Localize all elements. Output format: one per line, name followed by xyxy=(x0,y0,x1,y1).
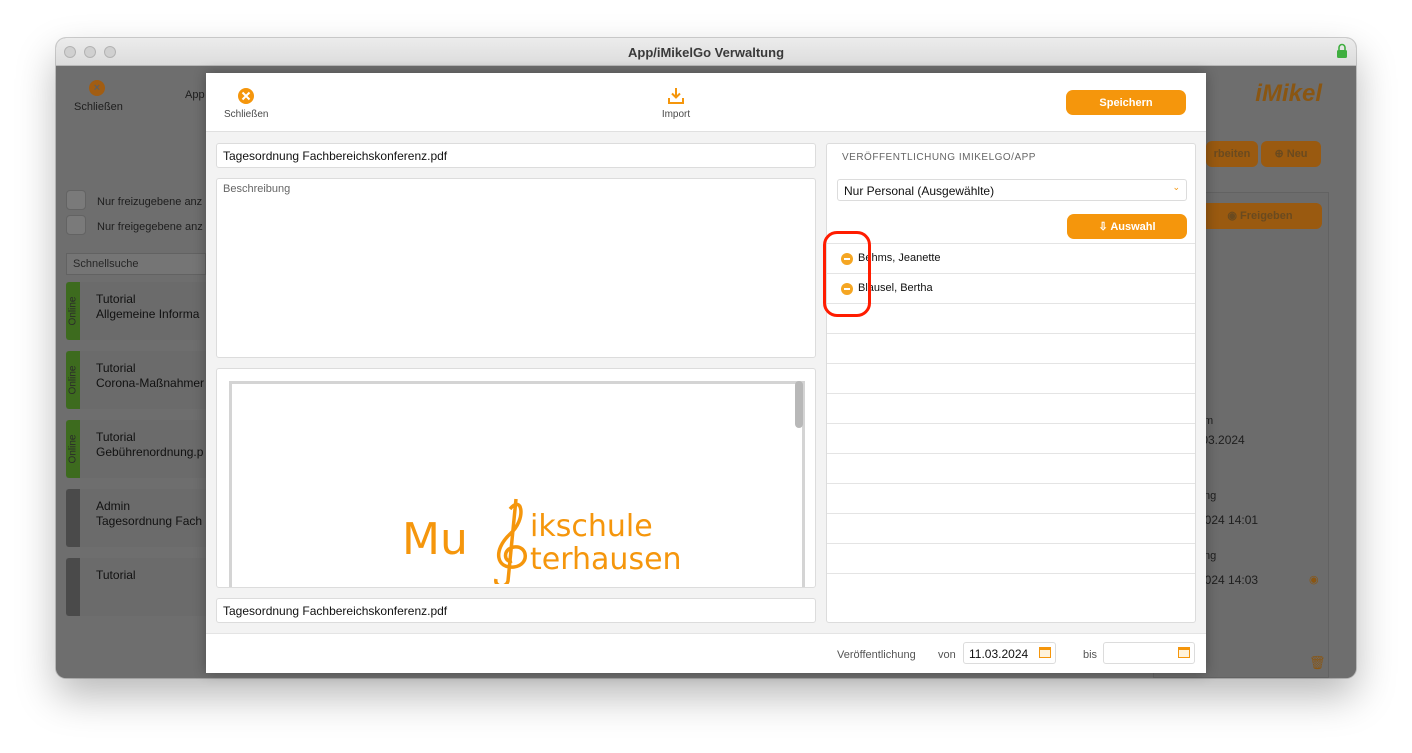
bg-edit-button[interactable]: rbeiten xyxy=(1206,141,1258,167)
calendar-icon[interactable] xyxy=(1178,647,1190,658)
music-school-logo: Mu ikschule terhausen xyxy=(402,498,682,584)
item-subtitle: Corona-Maßnahmer xyxy=(96,376,205,390)
item-title: Tutorial xyxy=(96,430,136,444)
logo-text-ikschule: ikschule xyxy=(530,509,653,544)
empty-row xyxy=(827,363,1195,393)
empty-row xyxy=(827,543,1195,573)
filename-input[interactable]: Tagesordnung Fachbereichskonferenz.pdf xyxy=(216,598,816,623)
trash-icon[interactable]: 🗑 xyxy=(1309,655,1326,671)
annotation-highlight xyxy=(823,231,871,317)
dialog-toolbar: Schließen Import Speichern xyxy=(206,73,1206,132)
calendar-icon[interactable] xyxy=(1039,647,1051,658)
item-subtitle: Tagesordnung Fach xyxy=(96,514,203,528)
save-button[interactable]: Speichern xyxy=(1066,90,1186,115)
title-bar: App/iMikelGo Verwaltung xyxy=(56,38,1356,66)
imikel-logo: iMikel xyxy=(1255,80,1322,107)
item-title: Admin xyxy=(96,499,131,513)
eye-icon: ◉ xyxy=(1227,210,1241,222)
list-item[interactable]: Tutorial xyxy=(66,558,206,616)
list-item[interactable]: Online Tutorial Allgemeine Informa xyxy=(66,282,206,340)
close-icon: × xyxy=(89,80,105,96)
select-people-button[interactable]: ⇩ Auswahl xyxy=(1067,214,1187,239)
pdf-page: Mu ikschule terhausen xyxy=(229,381,805,587)
person-row: Behms, Jeanette xyxy=(827,243,1195,273)
bg-side-text: 2024 14:01 xyxy=(1198,513,1259,527)
empty-row xyxy=(827,303,1195,333)
item-subtitle: Allgemeine Informa xyxy=(96,307,200,321)
document-dialog: Schließen Import Speichern Tagesordnung … xyxy=(206,73,1206,673)
filter-released-checkbox[interactable] xyxy=(66,215,86,235)
empty-row xyxy=(827,573,1195,603)
audience-select[interactable]: Nur Personal (Ausgewählte) ⌄ xyxy=(837,179,1187,201)
from-date-value: 11.03.2024 xyxy=(969,647,1029,661)
window-title: App/iMikelGo Verwaltung xyxy=(627,45,785,60)
bg-release-label: Freigeben xyxy=(1240,210,1293,222)
empty-row xyxy=(827,453,1195,483)
quick-search-input[interactable]: Schnellsuche xyxy=(66,253,206,275)
to-date-input[interactable] xyxy=(1103,642,1195,664)
dialog-footer: Veröffentlichung von 11.03.2024 bis xyxy=(206,633,1206,673)
download-icon xyxy=(668,88,684,104)
chevron-down-icon: ⌄ xyxy=(1172,182,1180,192)
eye-icon[interactable]: ◉ xyxy=(1309,573,1319,586)
title-input[interactable]: Tagesordnung Fachbereichskonferenz.pdf xyxy=(216,143,816,168)
filter-unreleased-label: Nur freizugebene anz xyxy=(97,196,203,208)
online-tag: Online xyxy=(67,434,79,464)
publication-panel: VERÖFFENTLICHUNG IMIKELGO/APP Nur Person… xyxy=(826,143,1196,623)
list-item[interactable]: Admin Tagesordnung Fach xyxy=(66,489,206,547)
close-icon xyxy=(238,88,254,104)
filter-unreleased-checkbox[interactable] xyxy=(66,190,86,210)
close-button[interactable]: Schließen xyxy=(224,87,268,120)
user-add-icon: ⇩ xyxy=(1098,221,1111,233)
publication-label: Veröffentlichung xyxy=(837,649,916,661)
person-row: Blausel, Bertha xyxy=(827,273,1195,303)
empty-row xyxy=(827,513,1195,543)
publication-section-title: VERÖFFENTLICHUNG IMIKELGO/APP xyxy=(842,152,1036,163)
bg-release-button[interactable]: ◉ Freigeben xyxy=(1198,203,1322,229)
empty-row xyxy=(827,333,1195,363)
item-subtitle: Gebührenordnung.p xyxy=(96,445,204,459)
bg-apps-label: App xyxy=(185,89,205,101)
empty-row xyxy=(827,393,1195,423)
list-item[interactable]: Online Tutorial Gebührenordnung.p xyxy=(66,420,206,478)
close-label: Schließen xyxy=(224,109,269,120)
pdf-preview[interactable]: Mu ikschule terhausen xyxy=(216,368,816,588)
online-tag: Online xyxy=(67,296,79,326)
online-tag: Online xyxy=(67,365,79,395)
treble-clef-icon xyxy=(494,498,527,584)
empty-row xyxy=(827,483,1195,513)
bg-new-button[interactable]: ⊕ Neu xyxy=(1261,141,1321,167)
item-title: Tutorial xyxy=(96,292,136,306)
audience-value: Nur Personal (Ausgewählte) xyxy=(844,184,995,198)
item-title: Tutorial xyxy=(96,568,136,582)
to-label: bis xyxy=(1083,649,1098,661)
select-people-label: Auswahl xyxy=(1110,221,1156,233)
import-label: Import xyxy=(661,109,691,120)
import-button[interactable]: Import xyxy=(656,87,696,120)
preview-scrollbar[interactable] xyxy=(795,381,803,428)
filter-released-label: Nur freigegebene anz xyxy=(97,221,203,233)
from-date-input[interactable]: 11.03.2024 xyxy=(963,642,1056,664)
bg-side-text: 2024 14:03 xyxy=(1198,573,1259,587)
from-label: von xyxy=(938,649,956,661)
plus-icon: ⊕ xyxy=(1274,148,1287,160)
logo-text-terhausen: terhausen xyxy=(530,542,682,577)
item-title: Tutorial xyxy=(96,361,136,375)
description-textarea[interactable]: Beschreibung xyxy=(216,178,816,358)
bg-new-label: Neu xyxy=(1286,148,1308,160)
lock-icon xyxy=(1337,43,1347,58)
list-item[interactable]: Online Tutorial Corona-Maßnahmer xyxy=(66,351,206,409)
logo-text-mu: Mu xyxy=(402,514,468,565)
bg-close-label: Schließen xyxy=(74,101,123,113)
empty-row xyxy=(827,423,1195,453)
